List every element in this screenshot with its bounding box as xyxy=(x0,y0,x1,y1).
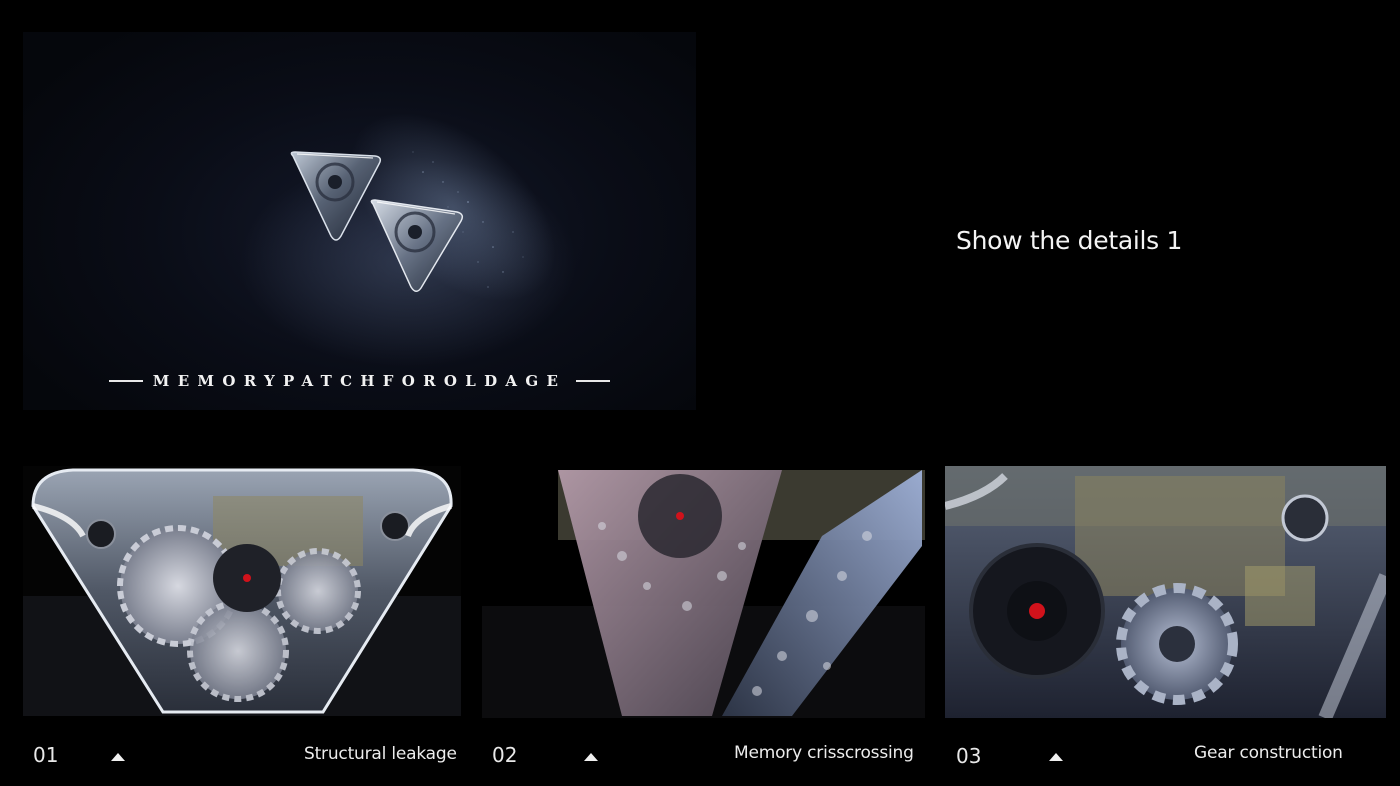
triangle-up-icon[interactable] xyxy=(584,753,598,761)
hero-image: MEMORYPATCHFOROLDAGE xyxy=(23,32,696,410)
detail-number-3: 03 xyxy=(956,744,982,768)
caption-rule-left xyxy=(108,380,143,382)
detail-number-1: 01 xyxy=(33,743,59,767)
detail-image-memory-crisscrossing xyxy=(482,466,925,718)
detail-label-3: Gear construction xyxy=(1194,743,1343,763)
triangle-up-icon[interactable] xyxy=(1049,753,1063,761)
triangle-up-icon[interactable] xyxy=(111,753,125,761)
hero-caption: MEMORYPATCHFOROLDAGE xyxy=(23,372,696,390)
detail-label-2: Memory crisscrossing xyxy=(734,743,914,763)
detail-image-gear-construction xyxy=(945,466,1386,718)
memory-patch-render xyxy=(290,113,556,301)
hero-title: MEMORYPATCHFOROLDAGE xyxy=(152,372,567,390)
detail-image-structural-leakage xyxy=(23,466,461,716)
section-heading: Show the details 1 xyxy=(956,226,1183,255)
caption-rule-right xyxy=(576,380,611,382)
detail-label-1: Structural leakage xyxy=(304,744,457,764)
detail-number-2: 02 xyxy=(492,743,518,767)
